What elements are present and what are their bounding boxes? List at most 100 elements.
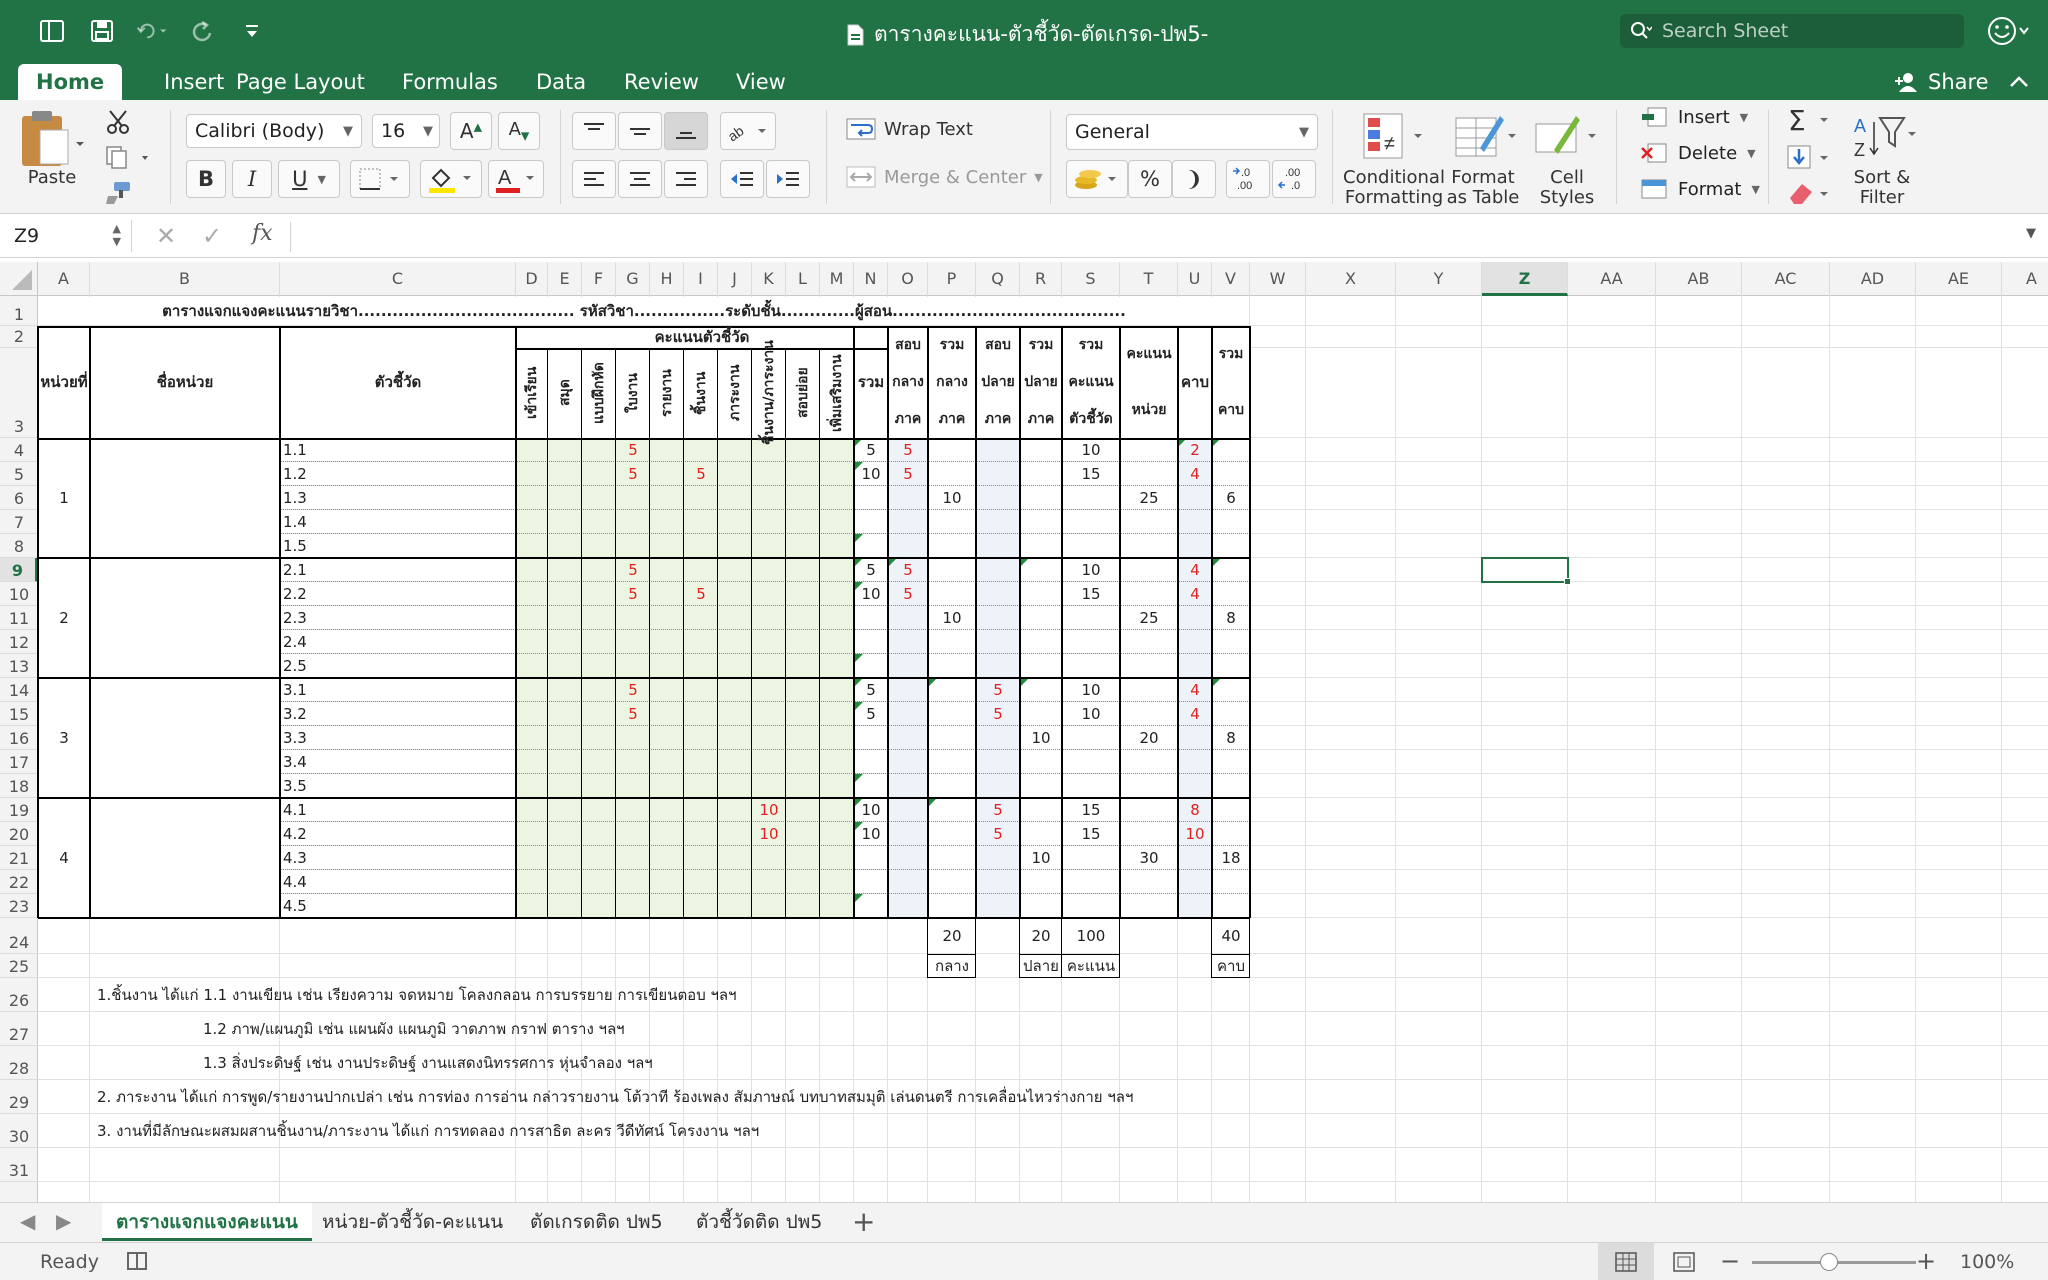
column-header[interactable]: T <box>1120 262 1178 296</box>
row-header[interactable]: 1 <box>0 296 38 326</box>
tab-data[interactable]: Data <box>518 64 604 100</box>
sheet-tab-score-table[interactable]: ตารางแจกแจงคะแนน <box>102 1203 312 1241</box>
sidebar-toggle-icon[interactable] <box>36 15 68 47</box>
fill-button[interactable] <box>1786 144 1834 174</box>
decrease-font-size-button[interactable]: A▼ <box>498 112 540 150</box>
row-header[interactable]: 24 <box>0 918 38 954</box>
fill-color-button[interactable] <box>420 160 482 198</box>
column-header[interactable]: C <box>280 262 516 296</box>
search-sheet-input[interactable]: Search Sheet <box>1620 14 1964 48</box>
select-all-corner[interactable] <box>0 262 38 296</box>
borders-button[interactable] <box>350 160 410 198</box>
decrease-decimal-button[interactable]: .00.0 <box>1272 160 1316 198</box>
row-header[interactable]: 19 <box>0 798 38 822</box>
row-header[interactable]: 12 <box>0 630 38 654</box>
align-left-button[interactable] <box>572 160 616 198</box>
row-header[interactable]: 16 <box>0 726 38 750</box>
font-size-select[interactable]: 16 ▼ <box>372 114 440 148</box>
column-header[interactable]: B <box>90 262 280 296</box>
delete-cells-button[interactable]: Delete ▼ <box>1640 142 1756 164</box>
row-header[interactable]: 4 <box>0 438 38 462</box>
name-box[interactable]: Z9 ▲ ▼ <box>8 220 132 252</box>
tab-formulas[interactable]: Formulas <box>384 64 516 100</box>
cancel-entry-icon[interactable]: ✕ <box>156 222 176 250</box>
column-header[interactable]: S <box>1062 262 1120 296</box>
increase-indent-button[interactable] <box>766 160 810 198</box>
cell-styles-button[interactable] <box>1530 110 1600 166</box>
column-header[interactable]: G <box>616 262 650 296</box>
undo-icon[interactable] <box>136 15 168 47</box>
column-header[interactable]: X <box>1306 262 1396 296</box>
column-header[interactable]: F <box>582 262 616 296</box>
column-header[interactable]: AE <box>1916 262 2002 296</box>
conditional-formatting-button[interactable]: ≠ <box>1356 110 1426 166</box>
sheet-tab-grading[interactable]: ตัดเกรดติด ปพ5 <box>516 1203 677 1241</box>
bold-button[interactable]: B <box>186 160 226 198</box>
row-header[interactable]: 2 <box>0 326 38 348</box>
row-header[interactable]: 28 <box>0 1046 38 1080</box>
zoom-in-icon[interactable]: + <box>1916 1247 1936 1275</box>
column-header[interactable]: K <box>752 262 786 296</box>
row-header[interactable]: 21 <box>0 846 38 870</box>
column-header[interactable]: L <box>786 262 820 296</box>
comma-style-button[interactable]: ❩ <box>1172 160 1216 198</box>
increase-decimal-button[interactable]: .0.00 <box>1226 160 1270 198</box>
formula-input[interactable] <box>290 222 2010 252</box>
align-center-button[interactable] <box>618 160 662 198</box>
row-header[interactable]: 6 <box>0 486 38 510</box>
scroll-tabs-left-icon[interactable]: ◀ <box>20 1209 35 1233</box>
share-button[interactable]: Share <box>1894 64 2031 100</box>
fill-handle[interactable] <box>1564 578 1571 585</box>
insert-function-icon[interactable]: fx <box>252 221 273 246</box>
sheet-tab-unit-indicator[interactable]: หน่วย-ตัวชี้วัด-คะแนน <box>308 1203 517 1241</box>
selected-cell[interactable] <box>1481 557 1569 583</box>
row-header[interactable]: 20 <box>0 822 38 846</box>
row-header[interactable]: 18 <box>0 774 38 798</box>
align-top-button[interactable] <box>572 112 616 150</box>
column-header[interactable]: J <box>718 262 752 296</box>
column-header[interactable]: AD <box>1830 262 1916 296</box>
column-header[interactable]: AB <box>1656 262 1742 296</box>
column-header[interactable]: D <box>516 262 548 296</box>
sort-filter-button[interactable]: AZ <box>1852 112 1918 166</box>
font-name-select[interactable]: Calibri (Body) ▼ <box>186 114 362 148</box>
column-header[interactable]: Z <box>1482 262 1568 296</box>
row-header[interactable]: 9 <box>0 558 38 582</box>
row-header[interactable]: 22 <box>0 870 38 894</box>
row-header[interactable]: 23 <box>0 894 38 918</box>
row-header[interactable]: 11 <box>0 606 38 630</box>
tab-view[interactable]: View <box>718 64 804 100</box>
customize-toolbar-icon[interactable] <box>236 15 268 47</box>
row-header[interactable]: 27 <box>0 1012 38 1046</box>
sheet-tab-indicator-pp5[interactable]: ตัวชี้วัดติด ปพ5 <box>682 1203 836 1241</box>
zoom-out-icon[interactable]: − <box>1720 1247 1740 1275</box>
row-header[interactable]: 14 <box>0 678 38 702</box>
normal-view-icon[interactable] <box>1598 1243 1654 1280</box>
row-header[interactable]: 30 <box>0 1114 38 1148</box>
align-middle-button[interactable] <box>618 112 662 150</box>
merge-center-button[interactable]: Merge & Center ▼ <box>846 166 1043 188</box>
insert-cells-button[interactable]: Insert ▼ <box>1640 106 1748 128</box>
row-header[interactable]: 3 <box>0 348 38 438</box>
column-header[interactable]: Q <box>976 262 1020 296</box>
zoom-slider-thumb[interactable] <box>1820 1253 1838 1271</box>
column-header[interactable]: W <box>1250 262 1306 296</box>
autosum-button[interactable]: Σ <box>1786 104 1834 138</box>
column-header[interactable]: V <box>1212 262 1250 296</box>
wrap-text-button[interactable]: Wrap Text <box>846 118 973 140</box>
percent-style-button[interactable]: % <box>1128 160 1172 198</box>
expand-formula-bar-icon[interactable]: ▼ <box>2026 226 2036 241</box>
tab-page-layout[interactable]: Page Layout <box>218 64 383 100</box>
row-header[interactable]: 5 <box>0 462 38 486</box>
row-header[interactable]: 15 <box>0 702 38 726</box>
tab-review[interactable]: Review <box>606 64 717 100</box>
column-header[interactable]: O <box>888 262 928 296</box>
stepper-icon[interactable]: ▲ ▼ <box>113 222 121 248</box>
column-header[interactable]: H <box>650 262 684 296</box>
row-header[interactable]: 7 <box>0 510 38 534</box>
orientation-button[interactable]: ab <box>720 112 776 150</box>
number-format-select[interactable]: General ▼ <box>1066 114 1318 150</box>
add-sheet-button[interactable]: + <box>852 1205 875 1238</box>
decrease-indent-button[interactable] <box>720 160 764 198</box>
row-header[interactable]: 29 <box>0 1080 38 1114</box>
